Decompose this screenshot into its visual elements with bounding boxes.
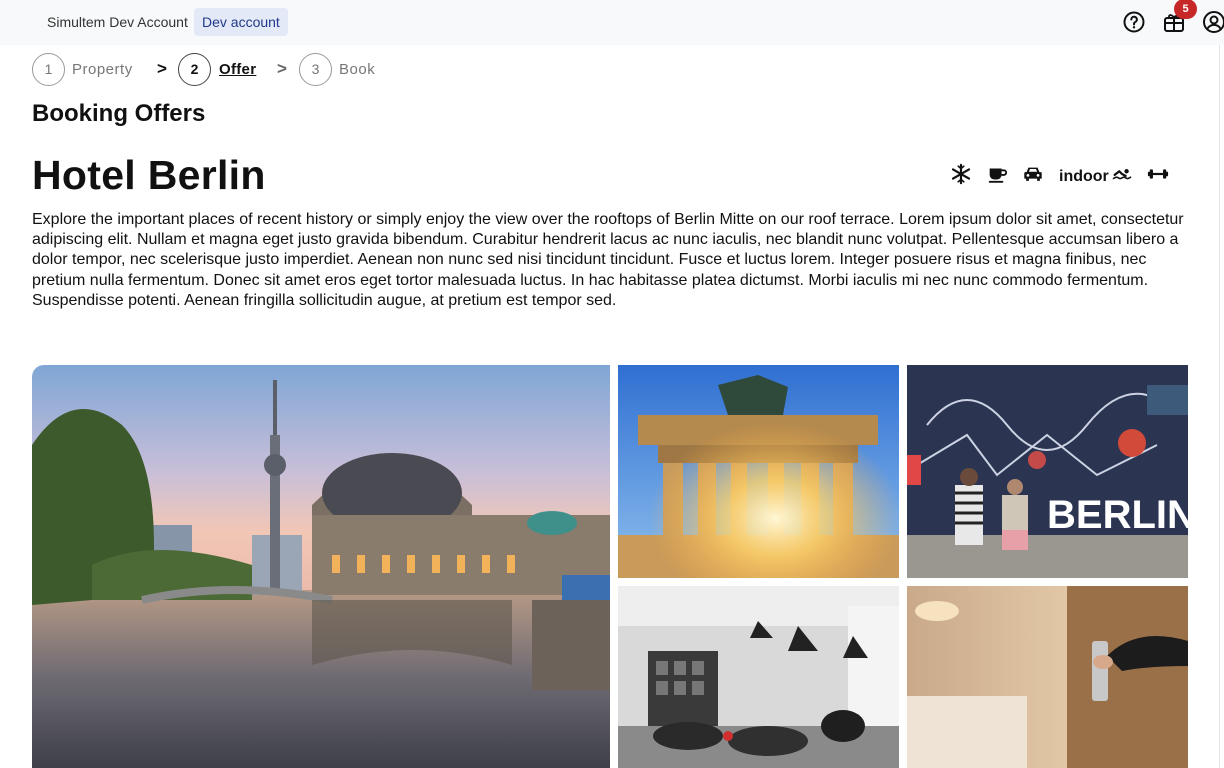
section-title: Booking Offers [32, 100, 206, 127]
gallery-image-hotel-room[interactable] [907, 586, 1188, 768]
hotel-description: Explore the important places of recent h… [32, 211, 1184, 309]
step-separator: > [277, 59, 287, 78]
account-name: Simultem Dev Account [47, 14, 188, 30]
step-1-label[interactable]: Property [72, 61, 133, 78]
swimming-icon [1111, 163, 1133, 185]
account-badge[interactable]: Dev account [194, 8, 288, 36]
step-3-number[interactable]: 3 [299, 53, 332, 86]
step-2-number[interactable]: 2 [178, 53, 211, 86]
user-account-icon[interactable] [1202, 10, 1224, 34]
dumbbell-icon [1147, 163, 1169, 185]
gallery-image-hotel-lounge[interactable] [618, 586, 899, 768]
car-icon [1022, 163, 1044, 185]
notification-count-badge: 5 [1174, 0, 1197, 19]
gallery-image-museum-island[interactable] [32, 365, 610, 768]
gallery-image-brandenburg-gate[interactable] [618, 365, 899, 578]
amenity-indoor-label: indoor [1059, 168, 1109, 185]
page-right-border [1219, 45, 1220, 768]
gallery-image-berlin-wall[interactable]: BERLIN [907, 365, 1188, 578]
step-separator: > [157, 59, 167, 78]
hotel-name: Hotel Berlin [32, 152, 266, 198]
top-bar: Simultem Dev Account Dev account 5 [0, 0, 1224, 45]
step-2-label[interactable]: Offer [219, 61, 256, 78]
help-icon[interactable] [1122, 10, 1146, 34]
coffee-icon [986, 163, 1008, 185]
step-3-label[interactable]: Book [339, 61, 375, 78]
graffiti-berlin-text: BERLIN [1047, 493, 1188, 537]
step-1-number[interactable]: 1 [32, 53, 65, 86]
snowflake-icon [950, 163, 972, 185]
